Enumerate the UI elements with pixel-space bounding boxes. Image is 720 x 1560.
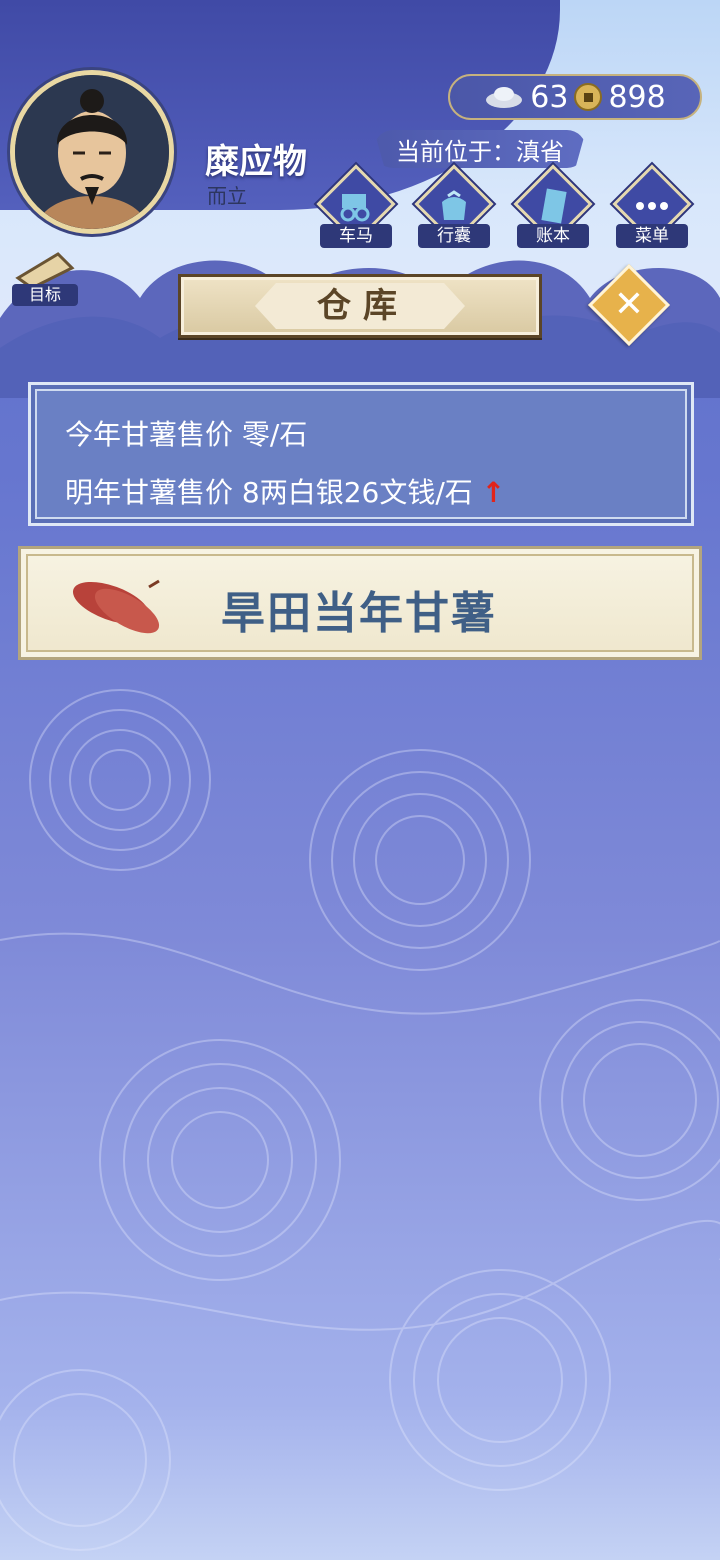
warehouse-title-banner: 仓库	[178, 274, 542, 338]
dialog-title: 仓库	[317, 286, 409, 326]
player-avatar[interactable]	[10, 70, 174, 234]
location-banner: 当前位于：滇省	[374, 130, 586, 168]
goal-label: 目标	[12, 284, 78, 306]
nav-bag-button[interactable]: 行囊	[414, 164, 494, 252]
item-label: 旱田当年甘薯	[221, 588, 497, 639]
nav-menu-label: 菜单	[616, 224, 688, 248]
menu-icon	[630, 184, 674, 228]
ledger-icon	[531, 184, 575, 228]
nav-ledger-button[interactable]: 账本	[513, 164, 593, 252]
nav-carriage-label: 车马	[320, 224, 392, 248]
scroll-icon	[15, 252, 75, 290]
up-arrow-icon: ↑	[481, 476, 506, 509]
next-year-price: 明年甘薯售价 8两白银26文钱/石	[65, 476, 473, 509]
goal-button[interactable]: 目标	[10, 248, 80, 308]
player-title: 而立	[207, 184, 247, 208]
nav-menu-button[interactable]: 菜单	[612, 164, 692, 252]
nav-carriage-button[interactable]: 车马	[316, 164, 396, 252]
location-text: 当前位于：滇省	[396, 137, 564, 166]
nav-bag-label: 行囊	[418, 224, 490, 248]
silver-amount: 63	[530, 79, 569, 115]
swirl-background	[0, 689, 720, 1551]
currency-bar: 63 898	[448, 74, 702, 120]
sweet-potato-icon	[72, 579, 160, 634]
carriage-icon	[334, 184, 378, 228]
list-item[interactable]: 旱田当年甘薯	[18, 546, 702, 660]
coin-amount: 898	[608, 79, 666, 115]
this-year-price: 今年甘薯售价 零/石	[65, 418, 308, 451]
close-icon[interactable]: ✕	[600, 276, 658, 334]
next-year-price-row: 明年甘薯售价 8两白银26文钱/石 ↑	[65, 471, 505, 511]
nav-ledger-label: 账本	[517, 224, 589, 248]
copper-coin-icon	[574, 83, 603, 111]
price-info-panel: 今年甘薯售价 零/石 明年甘薯售价 8两白银26文钱/石 ↑	[28, 382, 694, 526]
silver-ingot-icon	[486, 87, 523, 108]
bag-icon	[432, 184, 476, 228]
player-name: 糜应物	[205, 142, 307, 182]
